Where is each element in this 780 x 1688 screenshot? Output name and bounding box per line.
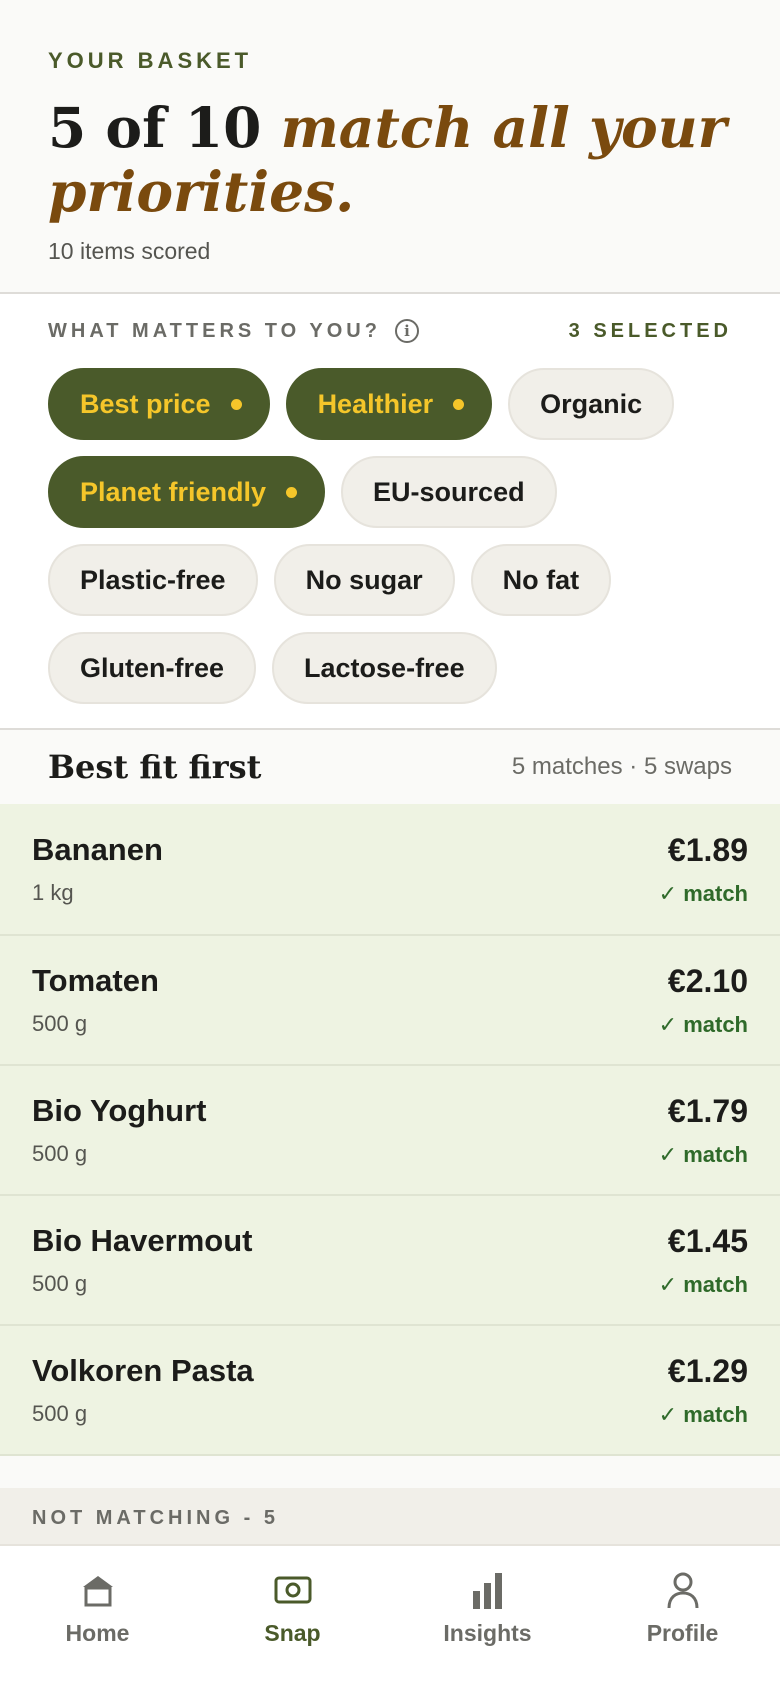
item-price: €1.79 <box>667 1092 748 1129</box>
tab-label: Profile <box>646 1620 719 1646</box>
item-name: Bio Yoghurt <box>32 1093 207 1128</box>
chip-label: EU-sourced <box>373 476 525 507</box>
chip-label: No fat <box>502 564 580 595</box>
priority-chips: Best price Healthier Organic Planet frie… <box>48 368 732 704</box>
chip-plastic-free[interactable]: Plastic-free <box>48 544 258 616</box>
chip-label: No sugar <box>305 564 423 595</box>
match-badge: ✓ match <box>658 1011 748 1037</box>
match-badge: ✓ match <box>658 1271 748 1297</box>
item-size: 500 g <box>32 1011 88 1036</box>
preferences-title-text: WHAT MATTERS TO YOU? <box>48 319 381 342</box>
match-badge: ✓ match <box>658 1141 748 1167</box>
matching-items-list: Bananen 1 kg €1.89 ✓ match Tomaten 500 g… <box>0 804 780 1454</box>
chip-planet-friendly[interactable]: Planet friendly <box>48 456 326 528</box>
chip-eu-sourced[interactable]: EU-sourced <box>341 456 557 528</box>
chip-label: Lactose-free <box>304 652 465 683</box>
basket-header: YOUR BASKET 5 of 10 match all your prior… <box>0 0 780 292</box>
tab-snap[interactable]: Snap <box>198 1546 388 1688</box>
home-icon <box>78 1570 118 1610</box>
chip-healthier[interactable]: Healthier <box>285 368 493 440</box>
info-icon[interactable]: i <box>394 319 419 343</box>
item-name: Bananen <box>32 832 163 867</box>
tab-label: Snap <box>264 1620 321 1646</box>
chip-label: Healthier <box>317 388 434 419</box>
item-size: 1 kg <box>32 880 74 905</box>
chip-label: Best price <box>80 388 211 419</box>
list-item[interactable]: Bio Yoghurt 500 g €1.79 ✓ match <box>0 1064 780 1194</box>
tab-label: Insights <box>443 1620 532 1646</box>
selected-dot-icon <box>230 398 242 410</box>
preferences-title: WHAT MATTERS TO YOU? i <box>48 319 419 343</box>
results-meta: 5 matches · 5 swaps <box>511 753 732 780</box>
list-item[interactable]: Volkoren Pasta 500 g €1.29 ✓ match <box>0 1324 780 1454</box>
results-title: Best fit first <box>48 748 262 786</box>
chip-label: Plastic-free <box>80 564 226 595</box>
list-item[interactable]: Bio Havermout 500 g €1.45 ✓ match <box>0 1194 780 1324</box>
chip-no-fat[interactable]: No fat <box>470 544 612 616</box>
chip-organic[interactable]: Organic <box>508 368 675 440</box>
chip-gluten-free[interactable]: Gluten-free <box>48 632 257 704</box>
tab-insights[interactable]: Insights <box>393 1546 583 1688</box>
item-name: Volkoren Pasta <box>32 1353 254 1388</box>
item-price: €1.29 <box>667 1352 748 1389</box>
bar-chart-icon <box>468 1570 508 1610</box>
item-name: Bio Havermout <box>32 1223 253 1258</box>
match-badge: ✓ match <box>658 1401 748 1427</box>
item-size: 500 g <box>32 1401 88 1426</box>
items-scored-text: 10 items scored <box>48 238 211 264</box>
camera-icon <box>273 1570 313 1610</box>
tab-label: Home <box>65 1620 130 1646</box>
item-price: €2.10 <box>667 962 748 999</box>
item-size: 500 g <box>32 1271 88 1296</box>
person-icon <box>663 1570 703 1610</box>
item-price: €1.89 <box>667 831 748 868</box>
match-badge: ✓ match <box>658 880 748 906</box>
chip-label: Organic <box>540 388 643 419</box>
chip-best-price[interactable]: Best price <box>48 368 270 440</box>
item-price: €1.45 <box>667 1222 748 1259</box>
item-name: Tomaten <box>32 963 159 998</box>
tab-home[interactable]: Home <box>3 1546 193 1688</box>
basket-headline: 5 of 10 match all your priorities. <box>48 96 732 224</box>
basket-eyebrow: YOUR BASKET <box>48 48 253 73</box>
headline-count: 5 of 10 <box>48 95 262 160</box>
selected-dot-icon <box>286 486 298 498</box>
preferences-header: WHAT MATTERS TO YOU? i 3 SELECTED <box>48 314 732 348</box>
preferences-panel: WHAT MATTERS TO YOU? i 3 SELECTED Best p… <box>0 294 780 728</box>
chip-no-sugar[interactable]: No sugar <box>273 544 455 616</box>
list-item[interactable]: Tomaten 500 g €2.10 ✓ match <box>0 934 780 1064</box>
not-matching-section-header[interactable]: NOT MATCHING - 5 <box>0 1488 780 1548</box>
chip-label: Gluten-free <box>80 652 225 683</box>
results-header: Best fit first 5 matches · 5 swaps <box>0 730 780 804</box>
chip-lactose-free[interactable]: Lactose-free <box>272 632 497 704</box>
divider <box>0 1454 780 1456</box>
bottom-tab-bar: Home Snap Insights Profile <box>0 1544 780 1688</box>
list-item[interactable]: Bananen 1 kg €1.89 ✓ match <box>0 804 780 934</box>
selected-count: 3 SELECTED <box>568 319 732 342</box>
tab-profile[interactable]: Profile <box>588 1546 778 1688</box>
chip-label: Planet friendly <box>80 476 267 507</box>
selected-dot-icon <box>453 398 465 410</box>
item-size: 500 g <box>32 1141 88 1166</box>
